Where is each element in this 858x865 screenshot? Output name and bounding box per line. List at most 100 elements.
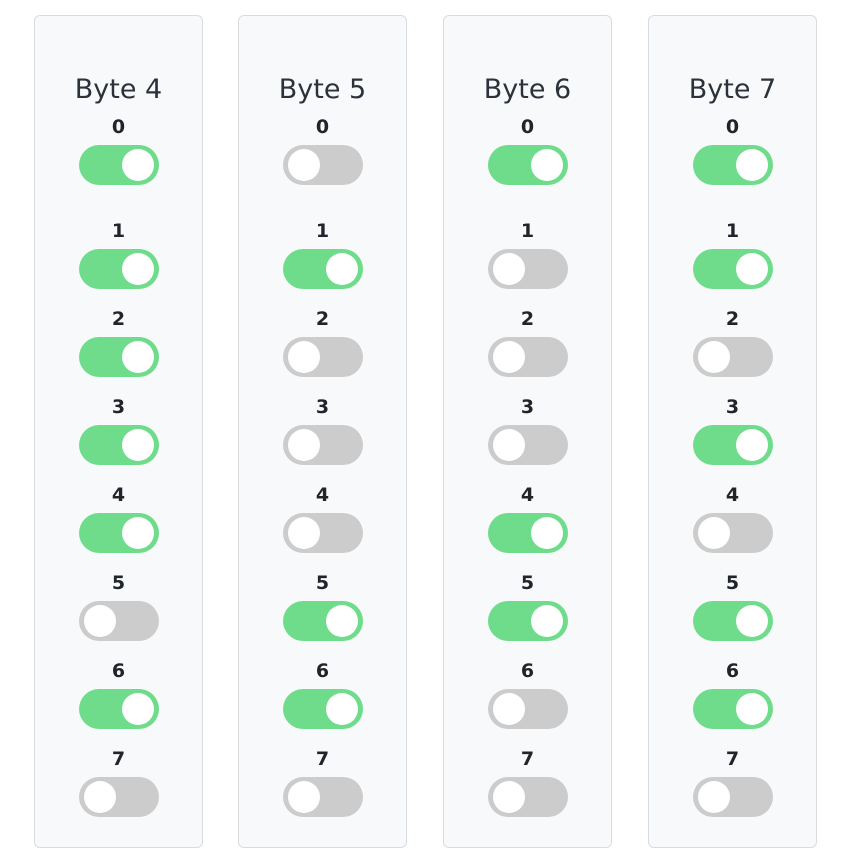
bit-toggle[interactable] [692, 145, 773, 185]
bit-toggle[interactable] [78, 777, 159, 817]
bit-row: 0 [444, 116, 611, 196]
toggle-knob [287, 341, 320, 373]
bit-toggle[interactable] [487, 777, 568, 817]
byte-title: Byte 4 [74, 74, 163, 105]
bit-toggle[interactable] [692, 513, 773, 553]
toggle-knob [697, 341, 730, 373]
bit-label: 1 [111, 220, 126, 242]
bit-toggle[interactable] [78, 337, 159, 377]
toggle-knob [735, 253, 768, 285]
bit-toggle[interactable] [282, 689, 363, 729]
bit-row: 2 [239, 308, 406, 388]
bit-label: 4 [315, 484, 330, 506]
bit-toggle[interactable] [282, 777, 363, 817]
bit-label: 0 [111, 116, 126, 138]
bit-label: 0 [315, 116, 330, 138]
bit-label: 3 [725, 396, 740, 418]
toggle-knob [735, 429, 768, 461]
toggle-knob [83, 781, 116, 813]
bit-label: 2 [725, 308, 740, 330]
byte-title: Byte 7 [688, 74, 777, 105]
bit-label: 0 [725, 116, 740, 138]
bit-label: 2 [520, 308, 535, 330]
bit-row: 0 [649, 116, 816, 196]
toggle-knob [83, 605, 116, 637]
bit-row: 6 [35, 660, 202, 740]
bit-label: 0 [520, 116, 535, 138]
bit-toggle[interactable] [487, 513, 568, 553]
bit-toggle[interactable] [78, 601, 159, 641]
bit-row: 1 [649, 220, 816, 300]
toggle-knob [287, 517, 320, 549]
bit-toggle[interactable] [78, 145, 159, 185]
bit-label: 7 [111, 748, 126, 770]
bit-toggle[interactable] [282, 337, 363, 377]
toggle-knob [492, 341, 525, 373]
bit-toggle[interactable] [282, 513, 363, 553]
toggle-knob [121, 149, 154, 181]
bit-label: 7 [315, 748, 330, 770]
toggle-knob [492, 781, 525, 813]
bit-row: 7 [35, 748, 202, 828]
bit-row: 2 [649, 308, 816, 388]
bit-row: 3 [35, 396, 202, 476]
bit-row: 4 [239, 484, 406, 564]
bit-row: 3 [649, 396, 816, 476]
toggle-knob [287, 429, 320, 461]
byte-card: Byte 6 0 1 2 3 4 5 6 7 [443, 15, 612, 848]
bit-label: 4 [111, 484, 126, 506]
bit-row: 7 [649, 748, 816, 828]
bit-toggle[interactable] [78, 689, 159, 729]
bit-toggle[interactable] [692, 601, 773, 641]
byte-title: Byte 5 [278, 74, 367, 105]
bit-toggle[interactable] [692, 249, 773, 289]
bit-label: 1 [725, 220, 740, 242]
bit-toggle[interactable] [78, 249, 159, 289]
bit-row: 5 [35, 572, 202, 652]
bit-toggle[interactable] [282, 425, 363, 465]
bit-row: 2 [444, 308, 611, 388]
bit-row: 4 [649, 484, 816, 564]
bit-toggle[interactable] [282, 145, 363, 185]
bit-toggle[interactable] [487, 689, 568, 729]
bit-toggle[interactable] [692, 337, 773, 377]
toggle-knob [697, 781, 730, 813]
byte-title: Byte 6 [483, 74, 572, 105]
bit-toggle[interactable] [692, 689, 773, 729]
bit-toggle[interactable] [282, 249, 363, 289]
bit-label: 6 [725, 660, 740, 682]
bit-row: 2 [35, 308, 202, 388]
toggle-knob [530, 517, 563, 549]
bit-row: 1 [444, 220, 611, 300]
byte-card: Byte 7 0 1 2 3 4 5 6 7 [648, 15, 817, 848]
bit-toggle[interactable] [487, 601, 568, 641]
bit-toggle[interactable] [487, 249, 568, 289]
bit-label: 3 [111, 396, 126, 418]
bit-row: 1 [35, 220, 202, 300]
bit-row: 3 [239, 396, 406, 476]
bit-label: 1 [520, 220, 535, 242]
bit-label: 5 [725, 572, 740, 594]
bit-toggle[interactable] [78, 513, 159, 553]
bit-toggle[interactable] [487, 145, 568, 185]
toggle-knob [325, 693, 358, 725]
toggle-knob [121, 429, 154, 461]
bit-toggle[interactable] [692, 425, 773, 465]
bit-row: 7 [239, 748, 406, 828]
toggle-knob [735, 605, 768, 637]
bit-row: 1 [239, 220, 406, 300]
toggle-knob [530, 149, 563, 181]
bit-toggle[interactable] [487, 337, 568, 377]
toggle-knob [735, 149, 768, 181]
bit-label: 7 [725, 748, 740, 770]
bit-toggle[interactable] [692, 777, 773, 817]
bit-row: 5 [649, 572, 816, 652]
toggle-knob [121, 517, 154, 549]
bit-toggle[interactable] [78, 425, 159, 465]
bit-label: 4 [725, 484, 740, 506]
bit-toggle[interactable] [282, 601, 363, 641]
bit-toggle[interactable] [487, 425, 568, 465]
toggle-knob [492, 429, 525, 461]
toggle-knob [121, 341, 154, 373]
byte-card: Byte 4 0 1 2 3 4 5 6 7 [34, 15, 203, 848]
